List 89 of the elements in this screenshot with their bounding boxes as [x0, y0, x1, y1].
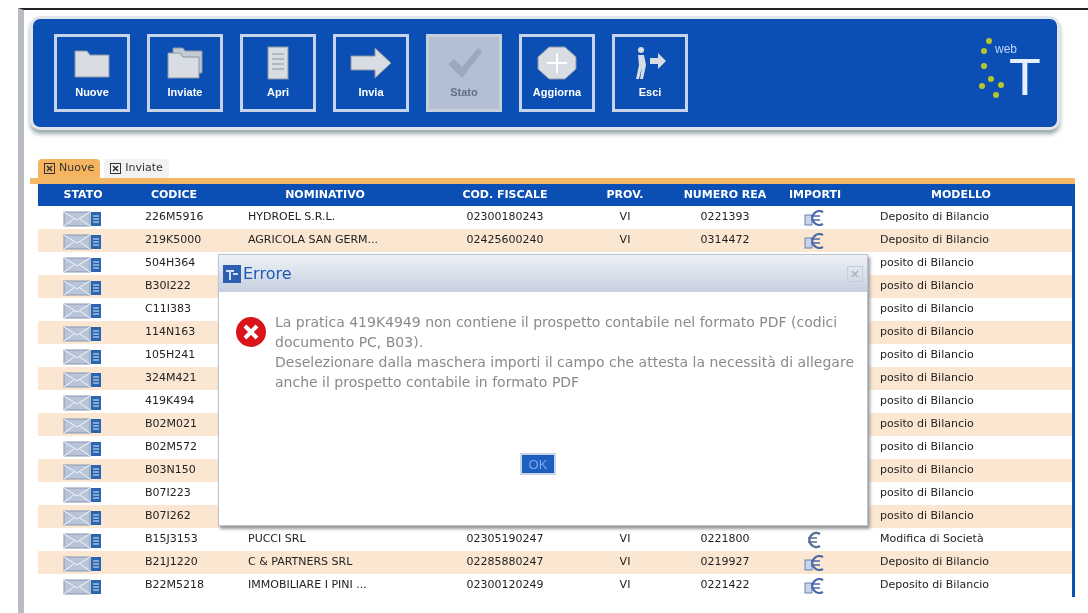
table-cell: VI	[619, 209, 631, 226]
envelope-document-icon	[63, 231, 103, 250]
table-cell-text: 324M421	[144, 370, 197, 387]
toolbar-button[interactable]: Inviate	[147, 34, 223, 112]
table-cell: 02285880247	[466, 554, 544, 571]
table-cell-text: posito di Bilancio	[879, 416, 974, 433]
toolbar-button[interactable]: Aggiorna	[519, 34, 595, 112]
error-icon	[235, 316, 267, 348]
column-header: COD. FISCALE	[461, 186, 549, 203]
table-cell-text: AGRICOLA SAN GERM...	[247, 232, 379, 249]
table-cell-text: 419K494	[144, 393, 195, 410]
table-cell: 02300180243	[466, 209, 544, 226]
table-cell-text: 226M5916	[144, 209, 204, 226]
error-message: Deselezionare dalla maschera importi il campo che attesta la necessità di allegare anche il prospetto contabile in formato PDF	[275, 353, 855, 392]
error-message: La pratica 419K4949 non contiene il prospetto contabile nel formato PDF (codici documento PC, B03).	[275, 313, 839, 352]
table-cell-text: B22M5218	[144, 577, 205, 594]
close-icon	[851, 269, 859, 278]
table-cell: 02305190247	[466, 531, 544, 548]
table-cell: VI	[619, 554, 631, 571]
envelope-document-icon	[63, 553, 103, 572]
column-header: STATO	[62, 186, 104, 203]
envelope-document-icon	[63, 415, 103, 434]
app-icon	[223, 264, 241, 283]
table-cell-text: posito di Bilancio	[879, 508, 974, 525]
table-cell: VI	[619, 577, 631, 594]
column-header: NOMINATIVO	[284, 186, 366, 203]
table-cell-text: B21J1220	[144, 554, 198, 571]
table-cell-text: posito di Bilancio	[879, 255, 974, 272]
table-cell-text: 114N163	[144, 324, 196, 341]
toolbar-button[interactable]: Nuove	[54, 34, 130, 112]
table-cell-text: B15J3153	[144, 531, 198, 548]
table-cell: 0221393	[700, 209, 750, 226]
table-cell-text: B07I262	[144, 508, 191, 525]
table-cell: VI	[619, 531, 631, 548]
envelope-document-icon	[63, 277, 103, 296]
table-cell: 0219927	[700, 554, 750, 571]
table-cell: VI	[619, 232, 631, 249]
table-cell-text: posito di Bilancio	[879, 462, 974, 479]
table-cell-text: Deposito di Bilancio	[879, 554, 990, 571]
column-header: IMPORTI	[788, 186, 842, 203]
table-cell-text: posito di Bilancio	[879, 485, 974, 502]
table-cell-text: B30I222	[144, 278, 191, 295]
table-cell: 02300120249	[466, 577, 544, 594]
table-cell-text: posito di Bilancio	[879, 347, 974, 364]
table-cell-text: posito di Bilancio	[879, 301, 974, 318]
envelope-document-icon	[63, 461, 103, 480]
table-cell-text: Modifica di Società	[879, 531, 984, 548]
table-cell-text: posito di Bilancio	[879, 370, 974, 387]
dialog-title: Errore	[243, 262, 292, 285]
toolbar-button[interactable]: Esci	[612, 34, 688, 112]
table-cell-text: C & PARTNERS SRL	[247, 554, 353, 571]
folders-icon	[165, 45, 205, 80]
table-cell-text: PUCCI SRL	[247, 531, 306, 548]
table-cell-text: HYDROEL S.R.L.	[247, 209, 336, 226]
column-header: MODELLO	[930, 186, 992, 203]
table-cell: 02425600240	[466, 232, 544, 249]
table-cell-text: 219K5000	[144, 232, 202, 249]
envelope-document-icon	[63, 323, 103, 342]
column-header: CODICE	[149, 186, 199, 203]
close-icon	[110, 163, 122, 174]
tab[interactable]: Inviate	[104, 159, 169, 178]
column-header: PROV.	[605, 186, 645, 203]
table-cell: 0221800	[700, 531, 750, 548]
envelope-document-icon	[63, 369, 103, 388]
tab[interactable]: Nuove	[38, 159, 101, 178]
close-button[interactable]	[847, 265, 863, 282]
table-cell-text: B07I223	[144, 485, 191, 502]
table-cell-text: posito di Bilancio	[879, 278, 974, 295]
table-cell-text: C11I383	[144, 301, 191, 318]
table-cell-text: Deposito di Bilancio	[879, 209, 990, 226]
table-cell-text: posito di Bilancio	[879, 439, 974, 456]
table-cell-text: B02M021	[144, 416, 198, 433]
table-cell-text: B03N150	[144, 462, 196, 479]
table-cell-text: 105H241	[144, 347, 196, 364]
close-icon	[44, 163, 55, 174]
table-cell-text: posito di Bilancio	[879, 324, 974, 341]
table-cell-text: IMMOBILIARE I PINI ...	[247, 577, 367, 594]
envelope-document-icon	[63, 507, 103, 526]
table-cell: 0221422	[700, 577, 750, 594]
toolbar-button[interactable]: Apri	[240, 34, 316, 112]
table-cell-text: posito di Bilancio	[879, 393, 974, 410]
table-cell-text: B02M572	[144, 439, 198, 456]
table-cell-text: 504H364	[144, 255, 196, 272]
toolbar-button[interactable]: Invia	[333, 34, 409, 112]
column-header: NUMERO REA	[682, 186, 768, 203]
table-cell: 0314472	[700, 232, 750, 249]
table-cell-text: Deposito di Bilancio	[879, 577, 990, 594]
table-cell-text: Deposito di Bilancio	[879, 232, 990, 249]
arrow-icon	[349, 45, 393, 80]
